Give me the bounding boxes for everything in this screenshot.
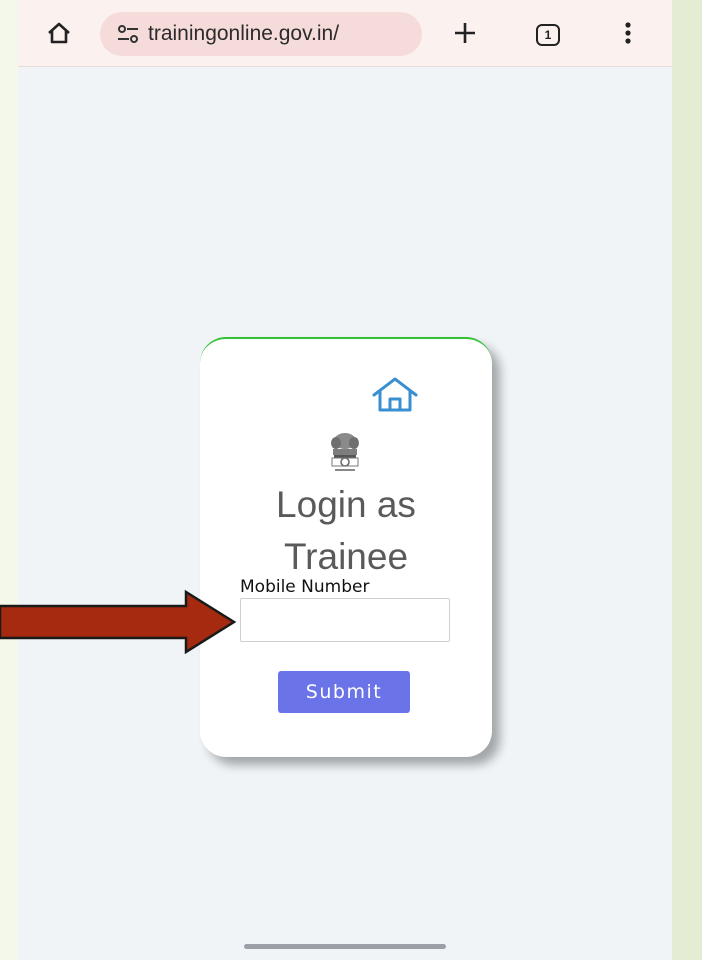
gesture-home-bar[interactable] [244, 944, 446, 949]
url-text: trainingonline.gov.in/ [148, 22, 340, 45]
kebab-menu-icon[interactable] [618, 18, 638, 48]
title-line-2: Trainee [283, 536, 409, 577]
address-bar[interactable]: trainingonline.gov.in/ [100, 12, 422, 56]
tune-icon[interactable] [114, 22, 142, 46]
browser-toolbar: trainingonline.gov.in/ 1 [18, 0, 672, 67]
slide-margin-right [672, 0, 702, 960]
plus-icon[interactable] [450, 18, 480, 48]
page-title: Login as Trainee [200, 479, 492, 583]
login-card: Login as Trainee Mobile Number Submit [200, 337, 492, 757]
tab-switcher-icon[interactable]: 1 [536, 24, 560, 46]
phone-screen: trainingonline.gov.in/ 1 Login as Traine… [18, 0, 672, 960]
mobile-number-input[interactable] [240, 598, 450, 642]
home-icon[interactable] [370, 375, 420, 415]
home-icon[interactable] [44, 18, 74, 48]
mobile-number-label: Mobile Number [240, 577, 370, 597]
annotation-arrow [0, 590, 237, 654]
national-emblem-logo [324, 431, 366, 475]
title-line-1: Login as [276, 484, 416, 525]
submit-button[interactable]: Submit [278, 671, 410, 713]
tab-count: 1 [544, 28, 552, 42]
